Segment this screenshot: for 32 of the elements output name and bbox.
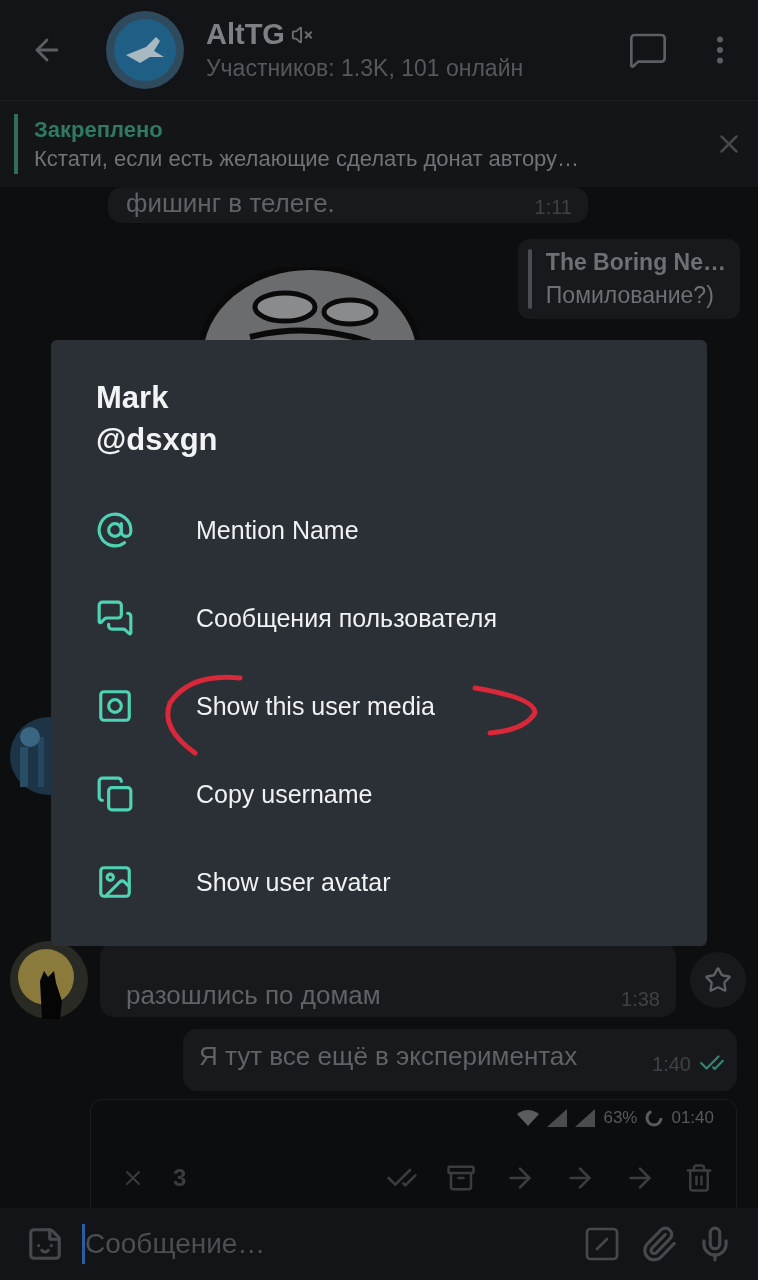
archive-icon bbox=[446, 1163, 476, 1193]
pinned-label: Закреплено bbox=[34, 116, 164, 143]
wifi-icon bbox=[517, 1110, 540, 1126]
chat-bubbles-icon bbox=[96, 599, 134, 637]
username: @dsxgn bbox=[96, 422, 218, 458]
at-sign-icon bbox=[96, 511, 134, 549]
photo-square-icon bbox=[96, 687, 134, 725]
message-text: разошлись по домам bbox=[126, 980, 382, 1011]
menu-item[interactable]: Mention Name bbox=[96, 486, 662, 574]
trash-icon bbox=[684, 1163, 714, 1193]
battery-ring-icon bbox=[645, 1109, 664, 1127]
attach-icon[interactable] bbox=[640, 1225, 678, 1263]
battery-level: 63% bbox=[603, 1108, 638, 1128]
menu-item[interactable]: Show this user media bbox=[96, 662, 662, 750]
pinned-message: Кстати, если есть желающие сделать донат автору… bbox=[34, 145, 581, 172]
reply-text: Помилование?) bbox=[545, 282, 715, 309]
copy-icon bbox=[96, 775, 134, 813]
user-name: Mark bbox=[96, 380, 169, 416]
message-text: фишинг в телеге. bbox=[126, 188, 336, 219]
signal-icon bbox=[575, 1109, 596, 1127]
menu-item[interactable]: Сообщения пользователя bbox=[96, 574, 662, 662]
message-text: Я тут все ещё в экспериментах bbox=[199, 1040, 579, 1072]
menu-item[interactable]: Copy username bbox=[96, 750, 662, 838]
sticker-icon[interactable] bbox=[26, 1225, 64, 1263]
reply-sender: The Boring Ne… bbox=[545, 249, 726, 276]
chat-title: AltTG bbox=[206, 18, 285, 51]
menu-item[interactable]: Show user avatar bbox=[96, 838, 662, 926]
member-count: Участников: 1.3K, 101 онлайн bbox=[206, 55, 525, 82]
status-clock: 01:40 bbox=[671, 1108, 714, 1128]
signal-icon bbox=[547, 1109, 568, 1127]
star-icon bbox=[704, 966, 732, 994]
image-icon bbox=[96, 863, 134, 901]
